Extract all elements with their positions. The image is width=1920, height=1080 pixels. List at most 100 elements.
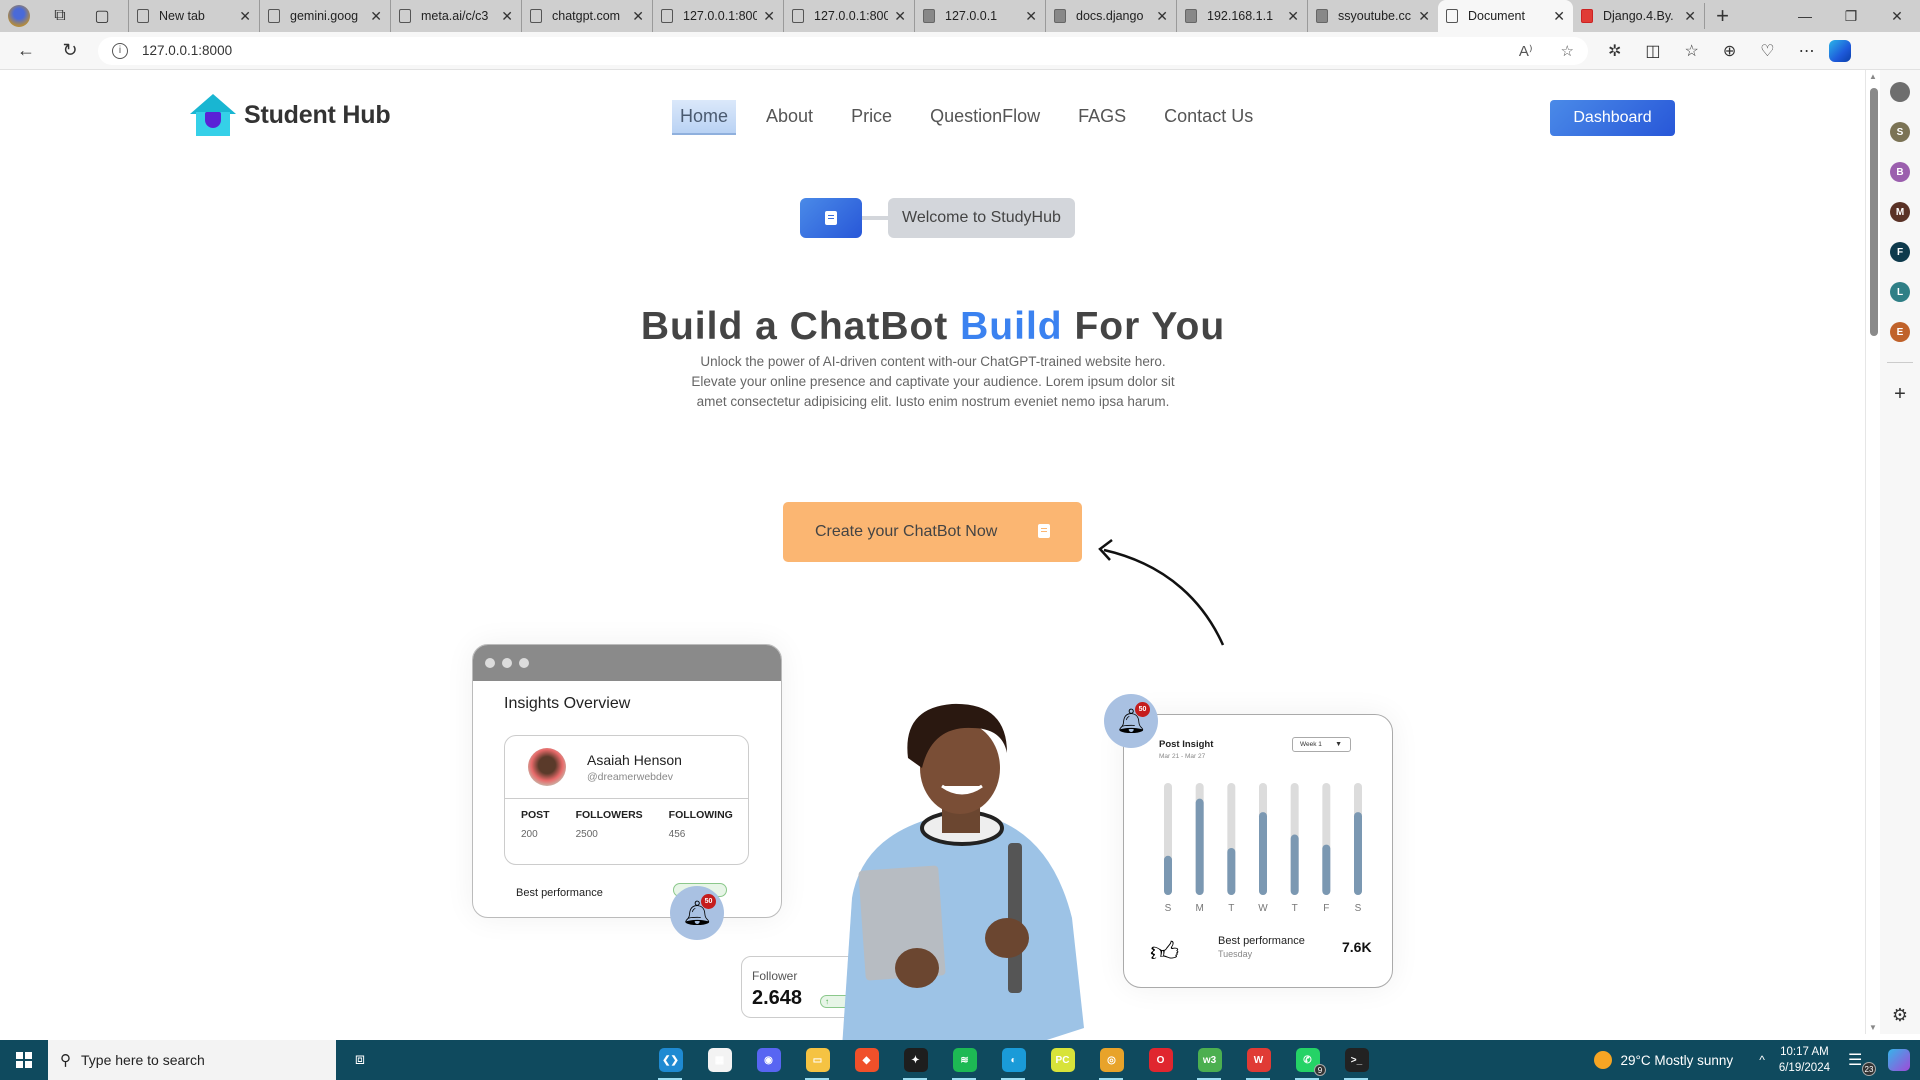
tab-label: 127.0.0.1 — [945, 9, 998, 23]
workspaces-icon[interactable]: ⧉ — [48, 4, 72, 28]
scroll-down-arrow[interactable]: ▼ — [1869, 1023, 1877, 1032]
best-performance-label: Best performance — [516, 887, 603, 899]
stat-following: FOLLOWING 456 — [669, 809, 733, 840]
notification-center-icon[interactable]: ☰ 23 — [1848, 1050, 1876, 1076]
new-tab-button[interactable]: + — [1704, 3, 1740, 29]
nav-link-contact-us[interactable]: Contact Us — [1156, 100, 1261, 135]
split-screen-icon[interactable]: ◫ — [1645, 41, 1660, 61]
taskbar-app-opera[interactable]: O — [1136, 1040, 1185, 1080]
week-select[interactable]: Week 1 ▼ — [1292, 737, 1351, 752]
scroll-up-arrow[interactable]: ▲ — [1869, 72, 1877, 81]
browser-tab[interactable]: 192.168.1.1 ✕ — [1176, 0, 1307, 32]
close-tab-icon[interactable]: ✕ — [1684, 8, 1696, 25]
taskbar-app-pycharm[interactable]: PC — [1038, 1040, 1087, 1080]
sidebar-app-avatar[interactable]: B — [1890, 162, 1910, 182]
x-tick-label: T — [1292, 903, 1298, 914]
dashboard-button[interactable]: Dashboard — [1550, 100, 1675, 136]
browser-tab[interactable]: gemini.goog ✕ — [259, 0, 390, 32]
scrollbar-thumb[interactable] — [1870, 88, 1878, 336]
close-tab-icon[interactable]: ✕ — [1156, 8, 1168, 25]
taskbar-app-wps-office[interactable]: W — [1234, 1040, 1283, 1080]
create-chatbot-button[interactable]: Create your ChatBot Now — [783, 502, 1082, 562]
browser-tab[interactable]: chatgpt.com ✕ — [521, 0, 652, 32]
add-sidebar-app-icon[interactable]: + — [1894, 383, 1906, 406]
minimize-button[interactable]: — — [1782, 8, 1828, 25]
collections-icon[interactable]: ⊕ — [1723, 41, 1736, 61]
nav-link-home[interactable]: Home — [672, 100, 737, 135]
close-tab-icon[interactable]: ✕ — [1025, 8, 1037, 25]
more-menu-icon[interactable]: ⋯ — [1799, 41, 1815, 61]
taskbar-app-terminal[interactable]: >_ — [1332, 1040, 1381, 1080]
taskbar-app-discord[interactable]: ◉ — [744, 1040, 793, 1080]
sidebar-app-avatar[interactable]: M — [1890, 202, 1910, 222]
sidebar-settings-icon[interactable]: ⚙ — [1892, 1005, 1908, 1026]
nav-link-about[interactable]: About — [758, 100, 821, 135]
browser-tab[interactable]: 127.0.0.1 ✕ — [914, 0, 1045, 32]
browser-tab[interactable]: New tab ✕ — [128, 0, 259, 32]
close-tab-icon[interactable]: ✕ — [632, 8, 644, 25]
brave-icon: ◆ — [854, 1048, 879, 1072]
taskbar-search-input[interactable]: ⚲ Type here to search — [48, 1040, 336, 1080]
back-button[interactable]: ← — [8, 40, 44, 61]
browser-tab[interactable]: docs.django ✕ — [1045, 0, 1176, 32]
favorites-icon[interactable]: ☆ — [1685, 41, 1699, 61]
close-tab-icon[interactable]: ✕ — [1418, 8, 1430, 25]
nav-link-fags[interactable]: FAGS — [1070, 100, 1134, 135]
browser-tab[interactable]: Django.4.By. ✕ — [1573, 0, 1704, 32]
taskbar-app-w3schools[interactable]: w3 — [1185, 1040, 1234, 1080]
site-info-icon[interactable]: i — [112, 42, 128, 59]
refresh-button[interactable]: ↻ — [52, 40, 88, 61]
copilot-preview-icon[interactable] — [1888, 1049, 1910, 1071]
taskbar-app-store[interactable]: ▦ — [695, 1040, 744, 1080]
tabstrip-lead: ⧉ ▢ — [0, 4, 128, 28]
nav-link-questionflow[interactable]: QuestionFlow — [922, 100, 1048, 135]
clock[interactable]: 10:17 AM 6/19/2024 — [1779, 1044, 1830, 1076]
browser-tab[interactable]: 127.0.0.1:800 ✕ — [783, 0, 914, 32]
browser-tab[interactable]: 127.0.0.1:800 ✕ — [652, 0, 783, 32]
taskbar-app-chrome[interactable]: ◎ — [1087, 1040, 1136, 1080]
sidebar-app-avatar[interactable] — [1890, 82, 1910, 102]
sidebar-app-avatar[interactable]: F — [1890, 242, 1910, 262]
show-hidden-icons-chevron[interactable]: ^ — [1759, 1053, 1765, 1067]
url-input[interactable]: i 127.0.0.1:8000 A⁾ ☆ — [98, 36, 1588, 65]
maximize-button[interactable]: ❐ — [1828, 8, 1874, 25]
close-tab-icon[interactable]: ✕ — [239, 8, 251, 25]
browser-tab[interactable]: ssyoutube.cc ✕ — [1307, 0, 1438, 32]
browser-tab[interactable]: Document ✕ — [1438, 0, 1573, 32]
taskbar-app-brave[interactable]: ◆ — [842, 1040, 891, 1080]
vscode-icon: ❮❯ — [658, 1048, 683, 1072]
browser-essentials-icon[interactable]: ♡ — [1760, 41, 1774, 61]
read-aloud-icon[interactable]: A⁾ — [1519, 42, 1533, 60]
tab-list: New tab ✕ gemini.goog ✕ meta.ai/c/c3 ✕ chatgpt… — [128, 0, 1704, 32]
start-button[interactable] — [0, 1040, 48, 1080]
site-logo[interactable]: Student Hub — [190, 94, 391, 136]
close-tab-icon[interactable]: ✕ — [370, 8, 382, 25]
close-tab-icon[interactable]: ✕ — [1287, 8, 1299, 25]
taskbar-app-spotify[interactable]: ≋ — [940, 1040, 989, 1080]
taskbar-app-vscode[interactable]: ❮❯ — [646, 1040, 695, 1080]
close-tab-icon[interactable]: ✕ — [1553, 8, 1565, 25]
close-tab-icon[interactable]: ✕ — [894, 8, 906, 25]
sidebar-app-avatar[interactable]: S — [1890, 122, 1910, 142]
extensions-icon[interactable]: ✲ — [1608, 41, 1621, 61]
taskbar-app-edge[interactable]: ◐ — [989, 1040, 1038, 1080]
browser-tab[interactable]: meta.ai/c/c3 ✕ — [390, 0, 521, 32]
close-tab-icon[interactable]: ✕ — [501, 8, 513, 25]
taskbar-app-file-explorer[interactable]: ▭ — [793, 1040, 842, 1080]
taskbar-app-whatsapp[interactable]: ✆ 9 — [1283, 1040, 1332, 1080]
sidebar-app-avatar[interactable]: E — [1890, 322, 1910, 342]
profile-avatar[interactable] — [8, 5, 30, 27]
welcome-book-button — [800, 198, 862, 238]
sidebar-app-avatar[interactable]: L — [1890, 282, 1910, 302]
page-scrollbar[interactable]: ▲ ▼ — [1866, 70, 1880, 1034]
weather-widget[interactable]: 29°C Mostly sunny — [1594, 1051, 1733, 1069]
task-view-icon[interactable]: ⧈ — [336, 1051, 384, 1069]
close-window-button[interactable]: ✕ — [1874, 8, 1920, 25]
tab-actions-icon[interactable]: ▢ — [90, 4, 114, 28]
close-tab-icon[interactable]: ✕ — [763, 8, 775, 25]
nav-link-price[interactable]: Price — [843, 100, 900, 135]
taskbar-app-figma[interactable]: ✦ — [891, 1040, 940, 1080]
discord-icon: ◉ — [756, 1048, 781, 1072]
favorite-star-icon[interactable]: ☆ — [1561, 42, 1574, 60]
copilot-icon[interactable] — [1828, 39, 1851, 62]
